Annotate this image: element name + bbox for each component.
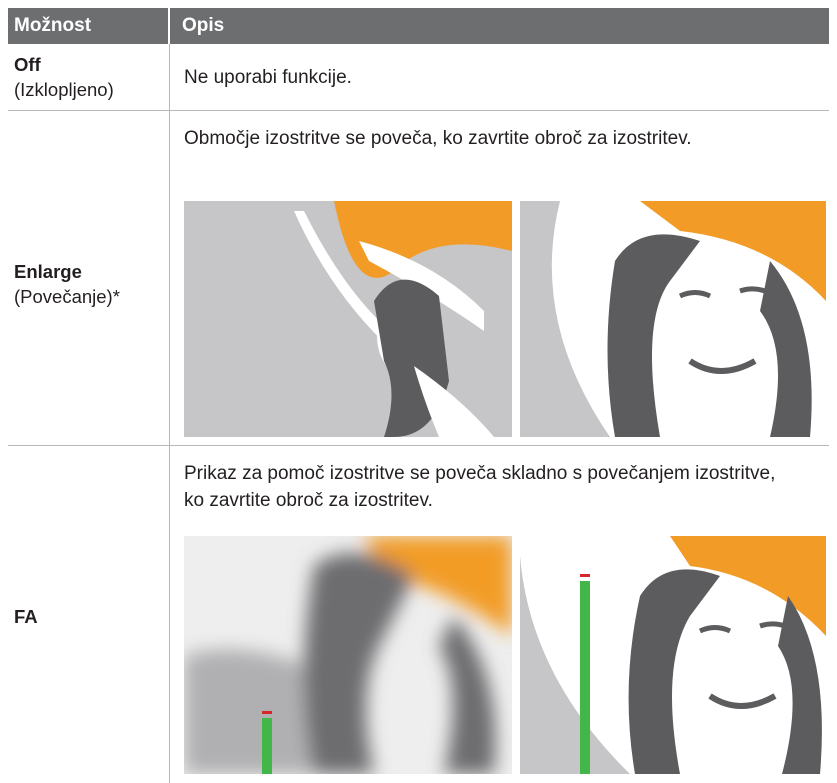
description-text: Območje izostritve se poveča, ko zavrtit…: [184, 128, 692, 149]
option-subtitle: (Izklopljeno): [14, 79, 114, 100]
table-row-fa: FA Prikaz za pomoč izostritve se poveča …: [8, 446, 829, 783]
header-option: Možnost: [8, 8, 168, 44]
column-divider: [169, 44, 170, 783]
option-name: FA: [14, 606, 38, 627]
option-cell: Off (Izklopljeno): [14, 52, 164, 102]
description-text: Ne uporabi funkcije.: [184, 67, 352, 88]
fa-before-image: [184, 536, 512, 774]
option-subtitle: (Povečanje)*: [14, 286, 120, 307]
focus-meter-low: [262, 711, 272, 774]
option-cell: Enlarge (Povečanje)*: [14, 259, 164, 309]
fa-after-image: [520, 536, 826, 774]
enlarge-before-image: [184, 201, 512, 437]
table-row-off: Off (Izklopljeno) Ne uporabi funkcije.: [8, 44, 829, 111]
description-text: Prikaz za pomoč izostritve se poveča skl…: [184, 463, 776, 511]
table-row-enlarge: Enlarge (Povečanje)* Območje izostritve …: [8, 111, 829, 446]
focus-meter-high: [580, 574, 590, 774]
option-cell: FA: [14, 604, 164, 629]
option-name: Enlarge: [14, 261, 82, 282]
option-name: Off: [14, 54, 41, 75]
header-description: Opis: [170, 8, 829, 44]
enlarge-after-image: [520, 201, 826, 437]
